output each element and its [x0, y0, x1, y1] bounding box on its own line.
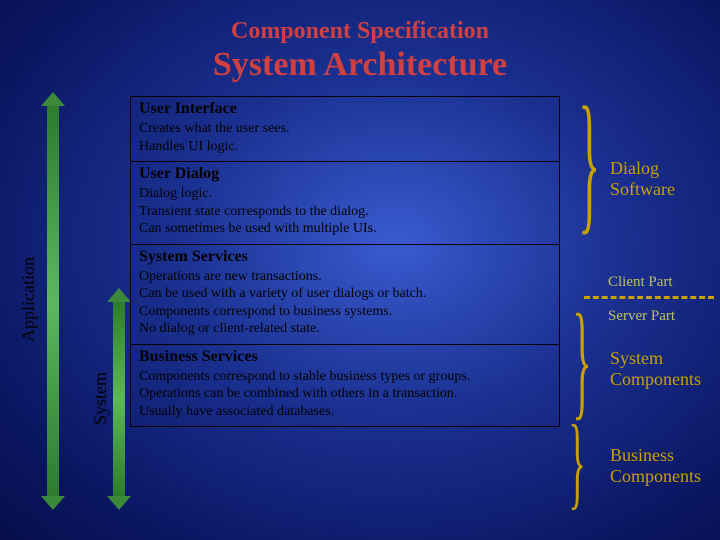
row-head: System Services [139, 248, 551, 266]
brace-icon: } [569, 420, 586, 503]
vertical-label-system: System [90, 298, 111, 498]
label-server-part: Server Part [608, 308, 675, 325]
row-body: Operations are new transactions. Can be … [139, 268, 551, 338]
architecture-table: User Interface Creates what the user see… [130, 96, 560, 427]
supertitle: Component Specification [0, 18, 720, 45]
brace-icon: } [572, 308, 591, 412]
row-user-interface: User Interface Creates what the user see… [131, 97, 559, 162]
label-system-components: System Components [610, 348, 701, 389]
row-body: Components correspond to stable business… [139, 368, 551, 421]
row-body: Dialog logic. Transient state correspond… [139, 185, 551, 238]
row-head: Business Services [139, 348, 551, 366]
row-head: User Dialog [139, 165, 551, 183]
row-user-dialog: User Dialog Dialog logic. Transient stat… [131, 162, 559, 245]
row-business-services: Business Services Components correspond … [131, 345, 559, 427]
row-body: Creates what the user sees. Handles UI l… [139, 120, 551, 155]
main-title: System Architecture [0, 46, 720, 84]
arrow-system [113, 300, 125, 498]
vertical-label-application: Application [18, 100, 39, 500]
arrow-application [47, 104, 59, 498]
label-client-part: Client Part [608, 274, 673, 291]
divider-client-server [584, 296, 714, 299]
label-dialog-software: Dialog Software [610, 158, 675, 199]
label-business-components: Business Components [610, 445, 701, 486]
brace-icon: } [578, 100, 600, 225]
row-system-services: System Services Operations are new trans… [131, 245, 559, 345]
row-head: User Interface [139, 100, 551, 118]
